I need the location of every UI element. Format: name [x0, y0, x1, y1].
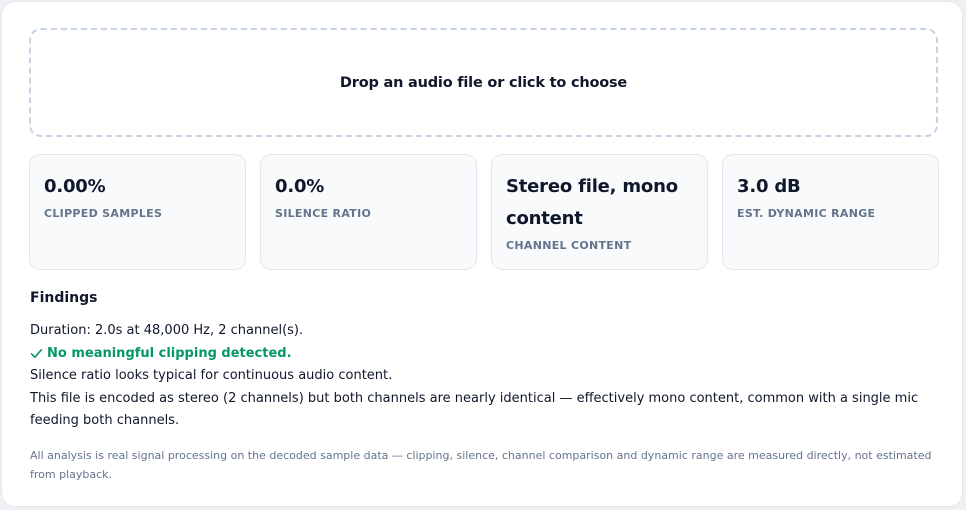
findings-title: Findings	[30, 290, 98, 306]
stat-dynamic-range: 3.0 dB EST. DYNAMIC RANGE	[722, 154, 939, 270]
audio-analyzer-card: Drop an audio file or click to choose 0.…	[1, 1, 963, 507]
findings-list: Duration: 2.0s at 48,000 Hz, 2 channel(s…	[30, 320, 940, 433]
analysis-footnote: All analysis is real signal processing o…	[30, 449, 932, 481]
stat-clipped-samples: 0.00% CLIPPED SAMPLES	[29, 154, 246, 270]
audio-dropzone[interactable]: Drop an audio file or click to choose	[29, 28, 938, 137]
stat-silence-ratio: 0.0% SILENCE RATIO	[260, 154, 477, 270]
stat-value: 3.0 dB	[737, 176, 801, 197]
finding-silence: Silence ratio looks typical for continuo…	[30, 368, 393, 383]
stat-label: EST. DYNAMIC RANGE	[737, 207, 876, 220]
stat-value: 0.00%	[44, 176, 106, 197]
stat-value: Stereo file, mono content	[506, 176, 678, 229]
stat-channel-content: Stereo file, mono content CHANNEL CONTEN…	[491, 154, 708, 270]
stat-label: CHANNEL CONTENT	[506, 239, 632, 252]
checkmark-icon	[30, 349, 43, 359]
stat-label: CLIPPED SAMPLES	[44, 207, 163, 220]
stats-row: 0.00% CLIPPED SAMPLES 0.0% SILENCE RATIO…	[29, 154, 939, 270]
finding-clipping-text: No meaningful clipping detected.	[47, 345, 292, 361]
finding-duration: Duration: 2.0s at 48,000 Hz, 2 channel(s…	[30, 323, 304, 338]
finding-channels: This file is encoded as stereo (2 channe…	[30, 390, 919, 429]
dropzone-label: Drop an audio file or click to choose	[339, 74, 628, 91]
stat-value: 0.0%	[275, 176, 325, 197]
stat-label: SILENCE RATIO	[275, 207, 372, 220]
finding-clipping: No meaningful clipping detected.	[30, 343, 940, 366]
